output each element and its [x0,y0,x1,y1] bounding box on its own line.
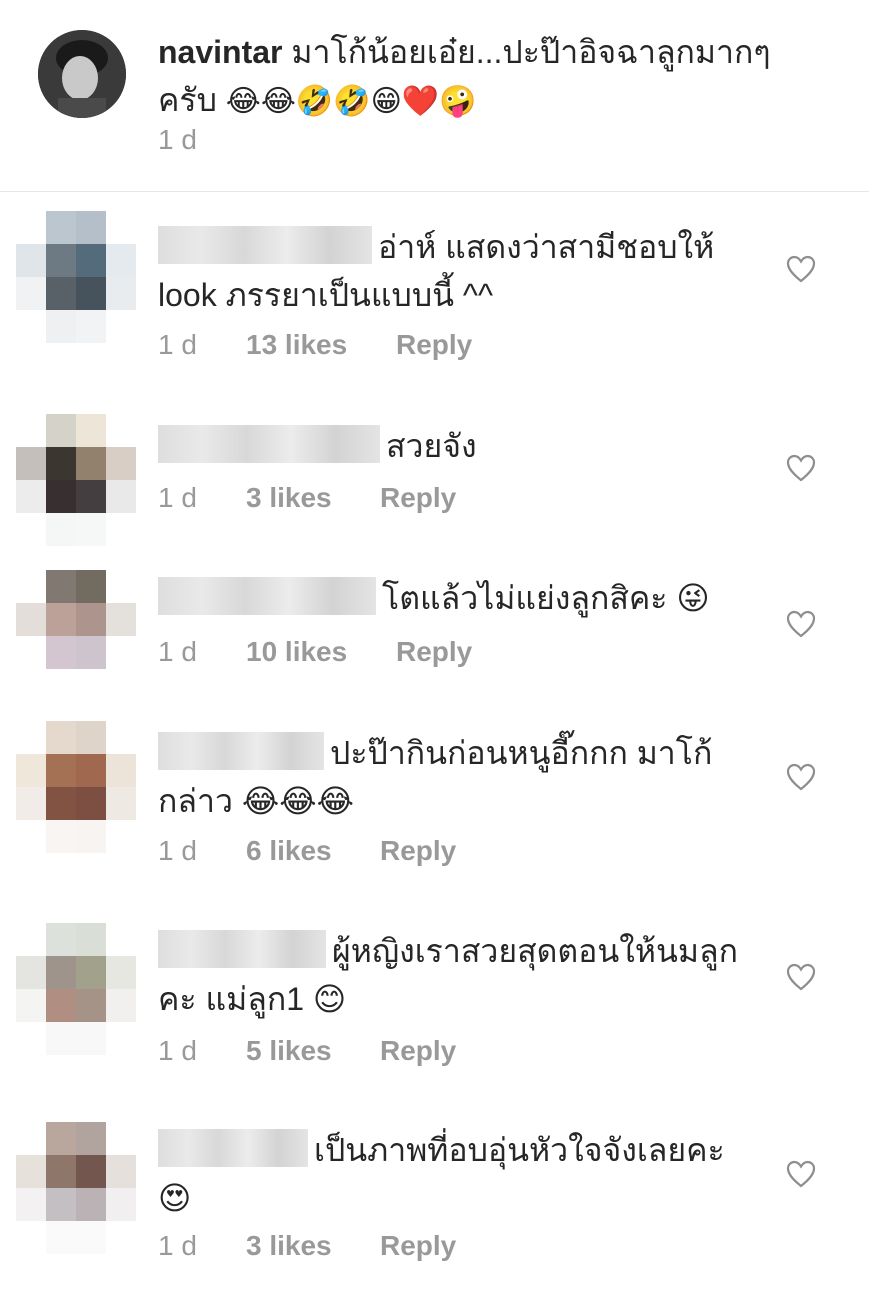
comment-time: 1 d [158,329,197,360]
comment-time: 1 d [158,482,197,513]
heart-outline-icon[interactable] [786,255,816,283]
likes-count[interactable]: 3 likes [246,482,380,514]
comment-text: เป็นภาพที่อบอุ่นหัวใจจังเลยคะ 😍 [158,1126,758,1222]
comment-meta: 1 d 6 likes Reply [158,835,456,867]
blurred-username[interactable] [158,930,326,968]
comment-item: ปะป๊ากินก่อนหนูอี๊กกก มาโก้ กล่าว 😂😂😂 1 … [0,715,869,885]
comment-meta: 1 d 3 likes Reply [158,482,456,514]
comment-text: สวยจัง [158,422,758,470]
caption-emojis: 😂😂🤣🤣😁❤️🤪 [225,85,477,118]
comment-text: โตแล้วไม่แย่งลูกสิคะ 😜 [158,574,758,622]
reply-button[interactable]: Reply [396,636,472,668]
blurred-username[interactable] [158,425,380,463]
blurred-username[interactable] [158,226,372,264]
likes-count[interactable]: 5 likes [246,1035,380,1067]
heart-outline-icon[interactable] [786,610,816,638]
likes-count[interactable]: 10 likes [246,636,396,668]
comment-text: อ่าห์ แสดงว่าสามีชอบให้ look ภรรยาเป็นแบ… [158,223,758,319]
comment-meta: 1 d 3 likes Reply [158,1230,456,1262]
heart-outline-icon[interactable] [786,963,816,991]
comment-item: เป็นภาพที่อบอุ่นหัวใจจังเลยคะ 😍 1 d 3 li… [0,1114,869,1284]
reply-button[interactable]: Reply [396,329,472,361]
likes-count[interactable]: 3 likes [246,1230,380,1262]
comment-time: 1 d [158,1035,197,1066]
blurred-username[interactable] [158,1129,308,1167]
reply-button[interactable]: Reply [380,835,456,867]
avatar[interactable] [16,570,136,710]
heart-outline-icon[interactable] [786,763,816,791]
avatar[interactable] [16,414,136,554]
likes-count[interactable]: 13 likes [246,329,396,361]
comment-meta: 1 d 10 likes Reply [158,636,472,668]
avatar[interactable] [16,923,136,1063]
avatar[interactable] [16,1122,136,1262]
reply-button[interactable]: Reply [380,482,456,514]
comment-item: สวยจัง 1 d 3 likes Reply [0,408,869,546]
likes-count[interactable]: 6 likes [246,835,380,867]
comment-item: ผู้หญิงเราสวยสุดตอนให้นมลูก คะ แม่ลูก1 😊… [0,915,869,1080]
comment-text: ผู้หญิงเราสวยสุดตอนให้นมลูก คะ แม่ลูก1 😊 [158,927,758,1023]
caption-time: 1 d [158,124,197,155]
comment-item: โตแล้วไม่แย่งลูกสิคะ 😜 1 d 10 likes Repl… [0,566,869,702]
avatar[interactable] [16,211,136,351]
comment-text: ปะป๊ากินก่อนหนูอี๊กกก มาโก้ กล่าว 😂😂😂 [158,729,758,825]
reply-button[interactable]: Reply [380,1230,456,1262]
comment-meta: 1 d 13 likes Reply [158,329,472,361]
blurred-username[interactable] [158,577,376,615]
comment-time: 1 d [158,835,197,866]
comment-meta: 1 d 5 likes Reply [158,1035,456,1067]
avatar[interactable] [16,721,136,861]
reply-button[interactable]: Reply [380,1035,456,1067]
caption-text: navintar มาโก้น้อยเอ๋ย...ปะป๊าอิจฉาลูกมา… [158,28,798,126]
comment-item: อ่าห์ แสดงว่าสามีชอบให้ look ภรรยาเป็นแบ… [0,205,869,375]
heart-outline-icon[interactable] [786,1160,816,1188]
blurred-username[interactable] [158,732,324,770]
caption-username[interactable]: navintar [158,34,282,70]
avatar[interactable] [38,30,126,118]
comment-time: 1 d [158,1230,197,1261]
post-caption: navintar มาโก้น้อยเอ๋ย...ปะป๊าอิจฉาลูกมา… [0,0,869,192]
comment-time: 1 d [158,636,197,667]
heart-outline-icon[interactable] [786,454,816,482]
